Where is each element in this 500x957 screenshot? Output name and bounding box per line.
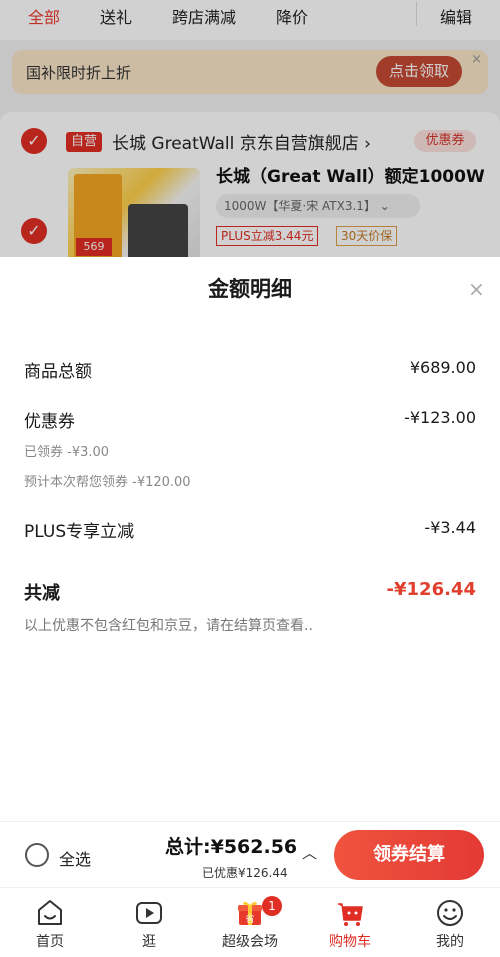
gift-box-icon: 省 (238, 901, 262, 925)
checkout-button[interactable]: 领券结算 (334, 830, 484, 880)
order-total: 总计:¥562.56 (165, 836, 298, 858)
plus-discount-value: -¥3.44 (424, 518, 476, 537)
nav-label: 逛 (142, 934, 156, 950)
nav-label: 超级会场 (222, 934, 278, 950)
discount-note: 以上优惠不包含红包和京豆，请在结算页查看.. (24, 618, 313, 634)
chevron-up-icon[interactable]: ︿ (302, 842, 317, 863)
nav-home[interactable]: 首页 (0, 888, 100, 957)
svg-text:省: 省 (245, 913, 254, 925)
nav-super-venue[interactable]: 省 1 超级会场 (200, 888, 300, 957)
coupon-claimed-detail: 已领券 -¥3.00 (24, 445, 110, 460)
coupon-label: 优惠券 (24, 412, 75, 432)
home-face-icon (38, 900, 62, 925)
sheet-title: 金额明细 (208, 277, 292, 301)
close-icon[interactable]: × (468, 277, 485, 301)
nav-cart[interactable]: 购物车 (300, 888, 400, 957)
total-reduction-label: 共减 (24, 583, 60, 604)
nav-me[interactable]: 我的 (400, 888, 500, 957)
order-discount: 已优惠¥126.44 (202, 866, 288, 880)
nav-label: 首页 (36, 934, 64, 950)
play-video-icon (136, 902, 162, 924)
goods-total-label: 商品总额 (24, 362, 92, 382)
nav-label: 购物车 (329, 934, 371, 950)
shopping-cart-icon (338, 903, 363, 926)
coupon-estimated-detail: 预计本次帮您领券 -¥120.00 (24, 475, 191, 490)
nav-browse[interactable]: 逛 (99, 888, 199, 957)
checkout-bar: 全选 总计:¥562.56 已优惠¥126.44 ︿ 领券结算 (0, 821, 500, 887)
plus-discount-label: PLUS专享立减 (24, 522, 135, 542)
notification-badge: 1 (262, 896, 282, 916)
select-all-label[interactable]: 全选 (59, 846, 91, 870)
amount-detail-sheet: 金额明细 × 商品总额 ¥689.00 优惠券 -¥123.00 已领券 -¥3… (0, 257, 500, 821)
total-reduction-value: -¥126.44 (386, 579, 476, 600)
coupon-value: -¥123.00 (404, 408, 476, 427)
bottom-nav: 首页 逛 省 1 超级会场 购物车 我的 (0, 887, 500, 957)
modal-backdrop[interactable] (0, 0, 500, 257)
goods-total-value: ¥689.00 (409, 358, 476, 377)
smile-face-icon (437, 900, 463, 926)
select-all-radio[interactable] (25, 843, 49, 867)
nav-label: 我的 (436, 934, 464, 950)
